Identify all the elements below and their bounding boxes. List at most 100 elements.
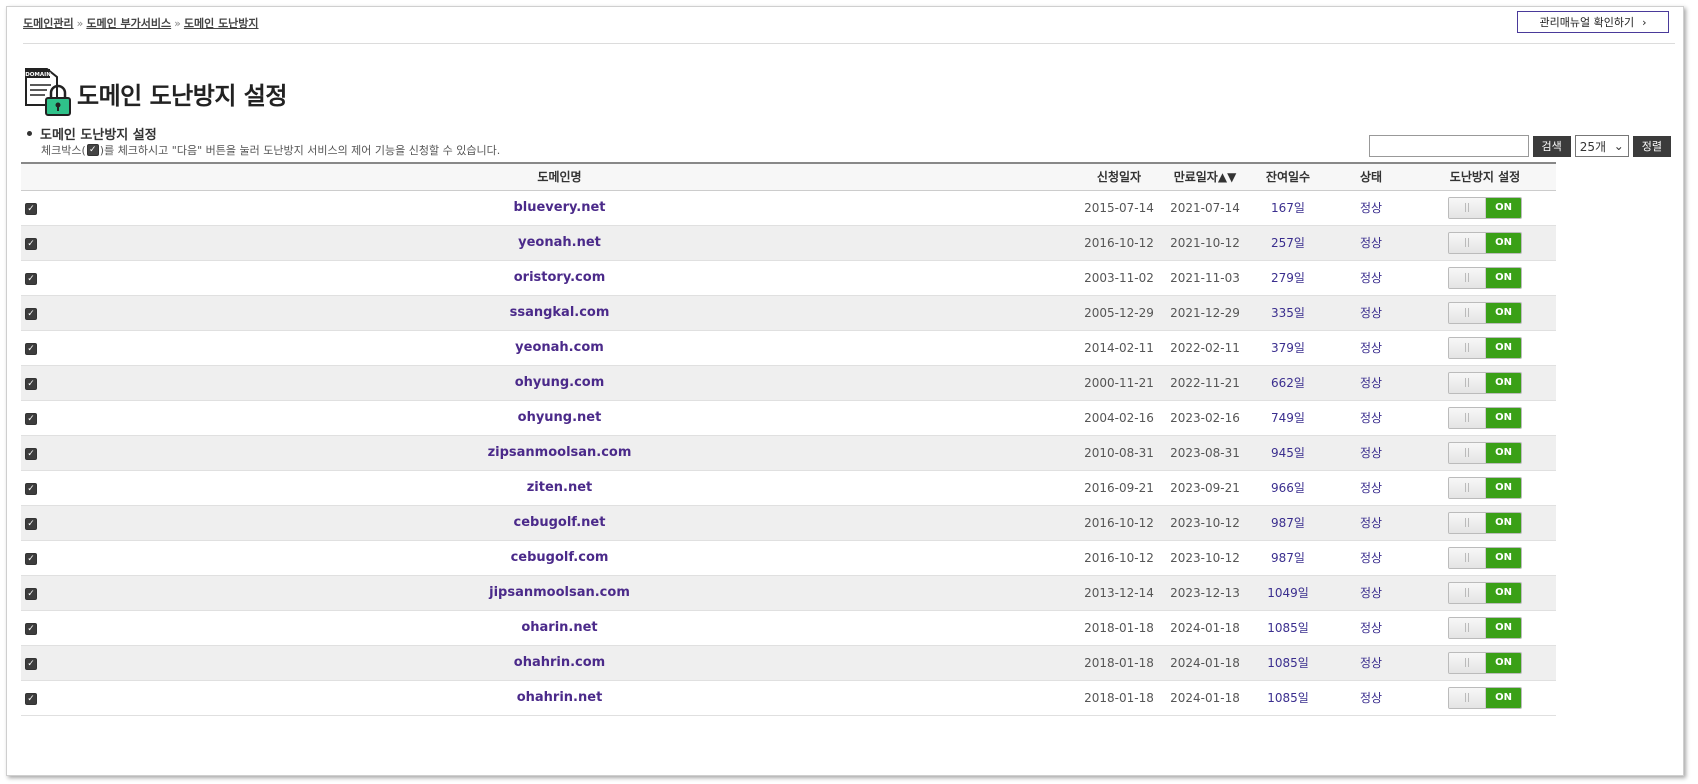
theft-protection-toggle[interactable]: ON <box>1448 651 1522 674</box>
domain-name[interactable]: ssangkal.com <box>43 295 1076 331</box>
remaining-days: 987일 <box>1248 505 1328 541</box>
theft-protection-toggle[interactable]: ON <box>1448 406 1522 429</box>
remaining-days: 945일 <box>1248 435 1328 471</box>
expire-date: 2021-10-12 <box>1162 225 1248 261</box>
remaining-days: 1049일 <box>1248 575 1328 611</box>
row-checkbox[interactable]: ✓ <box>25 307 37 320</box>
domain-name[interactable]: oristory.com <box>43 260 1076 296</box>
theft-protection-toggle[interactable]: ON <box>1448 231 1522 254</box>
toggle-knob-icon <box>1449 617 1486 638</box>
toggle-knob-icon <box>1449 547 1486 568</box>
row-checkbox[interactable]: ✓ <box>25 587 37 600</box>
row-checkbox[interactable]: ✓ <box>25 342 37 355</box>
header-expire-date-sort[interactable]: 만료일자▲▼ <box>1162 162 1248 191</box>
row-checkbox[interactable]: ✓ <box>25 447 37 460</box>
domain-name[interactable]: oharin.net <box>43 610 1076 646</box>
theft-protection-toggle[interactable]: ON <box>1448 476 1522 499</box>
status-text: 정상 <box>1328 470 1414 506</box>
breadcrumb-separator: » <box>76 17 84 30</box>
expire-date: 2023-08-31 <box>1162 435 1248 471</box>
table-row: ✓ cebugolf.net 2016-10-12 2023-10-12 987일 정상 O… <box>21 505 1556 541</box>
theft-protection-toggle[interactable]: ON <box>1448 336 1522 359</box>
section-desc-before: 체크박스( <box>41 144 86 157</box>
theft-toggle-cell: ON <box>1414 645 1556 681</box>
search-input[interactable] <box>1368 135 1529 157</box>
table-row: ✓ yeonah.com 2014-02-11 2022-02-11 379일 정상 ON <box>21 330 1556 366</box>
toggle-on-label: ON <box>1486 302 1521 323</box>
search-toolbar: 검색 25개 ⌄ 정렬 <box>1368 135 1671 157</box>
search-button[interactable]: 검색 <box>1532 135 1571 157</box>
toggle-knob-icon <box>1449 687 1486 708</box>
theft-protection-toggle[interactable]: ON <box>1448 616 1522 639</box>
toggle-on-label: ON <box>1486 477 1521 498</box>
expire-date: 2023-12-13 <box>1162 575 1248 611</box>
chevron-down-icon: ⌄ <box>1613 139 1624 153</box>
row-checkbox[interactable]: ✓ <box>25 482 37 495</box>
domain-name[interactable]: ohahrin.net <box>43 680 1076 716</box>
toggle-knob-icon <box>1449 407 1486 428</box>
row-checkbox[interactable]: ✓ <box>25 552 37 565</box>
domain-name[interactable]: yeonah.net <box>43 225 1076 261</box>
remaining-days: 257일 <box>1248 225 1328 261</box>
theft-toggle-cell: ON <box>1414 540 1556 576</box>
domain-name[interactable]: bluevery.net <box>43 190 1076 226</box>
theft-protection-toggle[interactable]: ON <box>1448 371 1522 394</box>
domain-name[interactable]: ohahrin.com <box>43 645 1076 681</box>
theft-protection-toggle[interactable]: ON <box>1448 511 1522 534</box>
toggle-knob-icon <box>1449 372 1486 393</box>
row-checkbox-cell: ✓ <box>21 400 43 436</box>
applied-date: 2016-10-12 <box>1076 505 1162 541</box>
per-page-select[interactable]: 25개 ⌄ <box>1574 135 1629 157</box>
section-heading: 도메인 도난방지 설정 <box>27 124 157 143</box>
row-checkbox-cell: ✓ <box>21 470 43 506</box>
expire-date: 2023-10-12 <box>1162 540 1248 576</box>
row-checkbox-cell: ✓ <box>21 645 43 681</box>
domain-name[interactable]: ziten.net <box>43 470 1076 506</box>
theft-protection-toggle[interactable]: ON <box>1448 686 1522 709</box>
breadcrumb-domain-management[interactable]: 도메인관리 <box>23 17 74 30</box>
manual-button[interactable]: 관리매뉴얼 확인하기 › <box>1517 11 1669 33</box>
status-text: 정상 <box>1328 225 1414 261</box>
row-checkbox[interactable]: ✓ <box>25 272 37 285</box>
row-checkbox-cell: ✓ <box>21 225 43 261</box>
domain-name[interactable]: cebugolf.com <box>43 540 1076 576</box>
domain-name[interactable]: zipsanmoolsan.com <box>43 435 1076 471</box>
row-checkbox[interactable]: ✓ <box>25 237 37 250</box>
applied-date: 2015-07-14 <box>1076 190 1162 226</box>
row-checkbox[interactable]: ✓ <box>25 202 37 215</box>
theft-toggle-cell: ON <box>1414 225 1556 261</box>
toggle-knob-icon <box>1449 232 1486 253</box>
theft-protection-toggle[interactable]: ON <box>1448 441 1522 464</box>
theft-protection-toggle[interactable]: ON <box>1448 301 1522 324</box>
row-checkbox[interactable]: ✓ <box>25 657 37 670</box>
status-text: 정상 <box>1328 190 1414 226</box>
row-checkbox[interactable]: ✓ <box>25 692 37 705</box>
row-checkbox[interactable]: ✓ <box>25 622 37 635</box>
theft-protection-toggle[interactable]: ON <box>1448 581 1522 604</box>
toggle-knob-icon <box>1449 477 1486 498</box>
theft-protection-toggle[interactable]: ON <box>1448 546 1522 569</box>
table-row: ✓ bluevery.net 2015-07-14 2021-07-14 167일 정상 O… <box>21 190 1556 226</box>
domain-name[interactable]: ohyung.com <box>43 365 1076 401</box>
row-checkbox-cell: ✓ <box>21 295 43 331</box>
breadcrumb-domain-addon[interactable]: 도메인 부가서비스 <box>86 17 171 30</box>
row-checkbox-cell: ✓ <box>21 330 43 366</box>
section-heading-text: 도메인 도난방지 설정 <box>40 128 157 143</box>
status-text: 정상 <box>1328 400 1414 436</box>
theft-protection-toggle[interactable]: ON <box>1448 196 1522 219</box>
domain-name[interactable]: jipsanmoolsan.com <box>43 575 1076 611</box>
domain-name[interactable]: yeonah.com <box>43 330 1076 366</box>
domain-name[interactable]: cebugolf.net <box>43 505 1076 541</box>
toggle-on-label: ON <box>1486 267 1521 288</box>
row-checkbox[interactable]: ✓ <box>25 412 37 425</box>
row-checkbox[interactable]: ✓ <box>25 377 37 390</box>
expire-date: 2023-02-16 <box>1162 400 1248 436</box>
remaining-days: 749일 <box>1248 400 1328 436</box>
domain-name[interactable]: ohyung.net <box>43 400 1076 436</box>
row-checkbox[interactable]: ✓ <box>25 517 37 530</box>
theft-toggle-cell: ON <box>1414 575 1556 611</box>
sort-button[interactable]: 정렬 <box>1632 135 1671 157</box>
expire-date: 2021-07-14 <box>1162 190 1248 226</box>
breadcrumb-domain-theft[interactable]: 도메인 도난방지 <box>184 17 259 30</box>
theft-protection-toggle[interactable]: ON <box>1448 266 1522 289</box>
